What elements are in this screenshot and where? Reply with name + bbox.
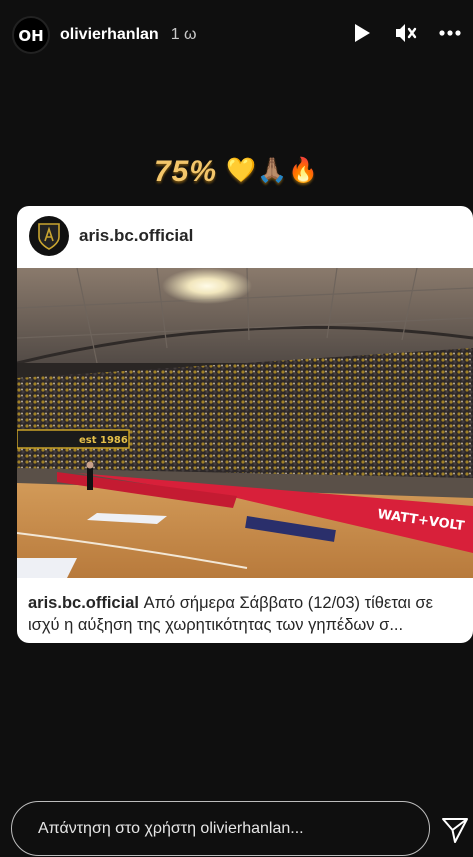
reply-placeholder: Απάντηση στο χρήστη olivierhanlan...: [38, 819, 304, 837]
story-viewer: OH olivierhanlan 1 ω 75% 💛🙏🏽🔥 aris.bc.of…: [0, 0, 473, 857]
shared-post-card[interactable]: aris.bc.official est 1986 WATT+VOLT aris…: [17, 206, 473, 643]
caption-text: 75%: [153, 155, 218, 188]
svg-text:OH: OH: [18, 27, 43, 45]
banner-text: est 1986: [79, 435, 128, 446]
story-header: OH olivierhanlan 1 ω: [0, 0, 473, 70]
post-header: aris.bc.official: [17, 206, 473, 266]
post-account[interactable]: aris.bc.official: [79, 226, 193, 246]
send-icon[interactable]: [440, 815, 470, 845]
post-caption: aris.bc.official Από σήμερα Σάββατο (12/…: [28, 592, 468, 636]
post-caption-user[interactable]: aris.bc.official: [28, 594, 139, 612]
username[interactable]: olivierhanlan: [60, 26, 159, 44]
post-photo[interactable]: est 1986 WATT+VOLT: [17, 268, 473, 578]
shield-crest-icon: [38, 223, 60, 250]
reply-input[interactable]: Απάντηση στο χρήστη olivierhanlan...: [11, 801, 430, 856]
oh-logo-icon: OH: [18, 27, 43, 45]
timestamp: 1 ω: [170, 26, 197, 43]
more-icon[interactable]: [437, 20, 463, 46]
post-avatar[interactable]: [29, 216, 69, 256]
play-icon[interactable]: [349, 20, 375, 46]
caption-emojis: 💛🙏🏽🔥: [226, 157, 320, 184]
story-caption: 75% 💛🙏🏽🔥: [0, 155, 473, 189]
mute-icon[interactable]: [393, 20, 419, 46]
avatar[interactable]: OH: [12, 16, 50, 54]
